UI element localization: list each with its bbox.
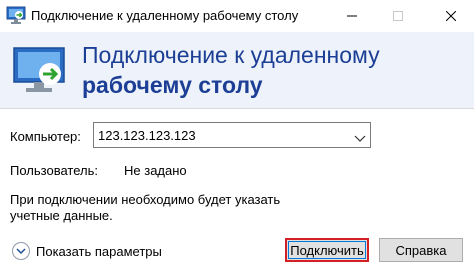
- window-title: Подключение к удаленному рабочему столу: [31, 8, 299, 23]
- computer-combobox[interactable]: 123.123.123.123: [93, 122, 371, 148]
- user-label: Пользователь:: [10, 163, 98, 178]
- header-title-line1: Подключение к удаленному: [82, 42, 380, 68]
- close-icon: [446, 11, 456, 21]
- computer-value[interactable]: 123.123.123.123: [98, 128, 196, 143]
- chevron-down-circle-icon[interactable]: [12, 242, 30, 260]
- minimize-icon: [347, 15, 357, 17]
- maximize-icon: [393, 11, 403, 21]
- title-bar[interactable]: Подключение к удаленному рабочему столу: [0, 0, 474, 32]
- chevron-down-icon[interactable]: [354, 130, 366, 142]
- show-options-toggle[interactable]: Показать параметры: [8, 240, 168, 262]
- close-button[interactable]: [428, 0, 474, 32]
- show-options-label[interactable]: Показать параметры: [36, 244, 162, 259]
- header-title-line2: рабочему столу: [82, 72, 263, 98]
- help-button[interactable]: Справка: [379, 238, 463, 262]
- minimize-button[interactable]: [329, 0, 375, 32]
- connect-button[interactable]: Подключить: [285, 238, 369, 262]
- remote-desktop-icon: [6, 5, 26, 25]
- credentials-note: При подключении необходимо будет указать…: [10, 192, 281, 223]
- header-divider: [0, 108, 474, 109]
- maximize-button[interactable]: [375, 0, 421, 32]
- computer-label: Компьютер:: [10, 129, 81, 144]
- remote-desktop-window: Подключение к удаленному рабочему столу …: [0, 0, 474, 269]
- user-value: Не задано: [124, 163, 187, 178]
- dialog-header: Подключение к удаленному рабочему столу: [0, 32, 474, 108]
- remote-desktop-icon: [12, 46, 70, 96]
